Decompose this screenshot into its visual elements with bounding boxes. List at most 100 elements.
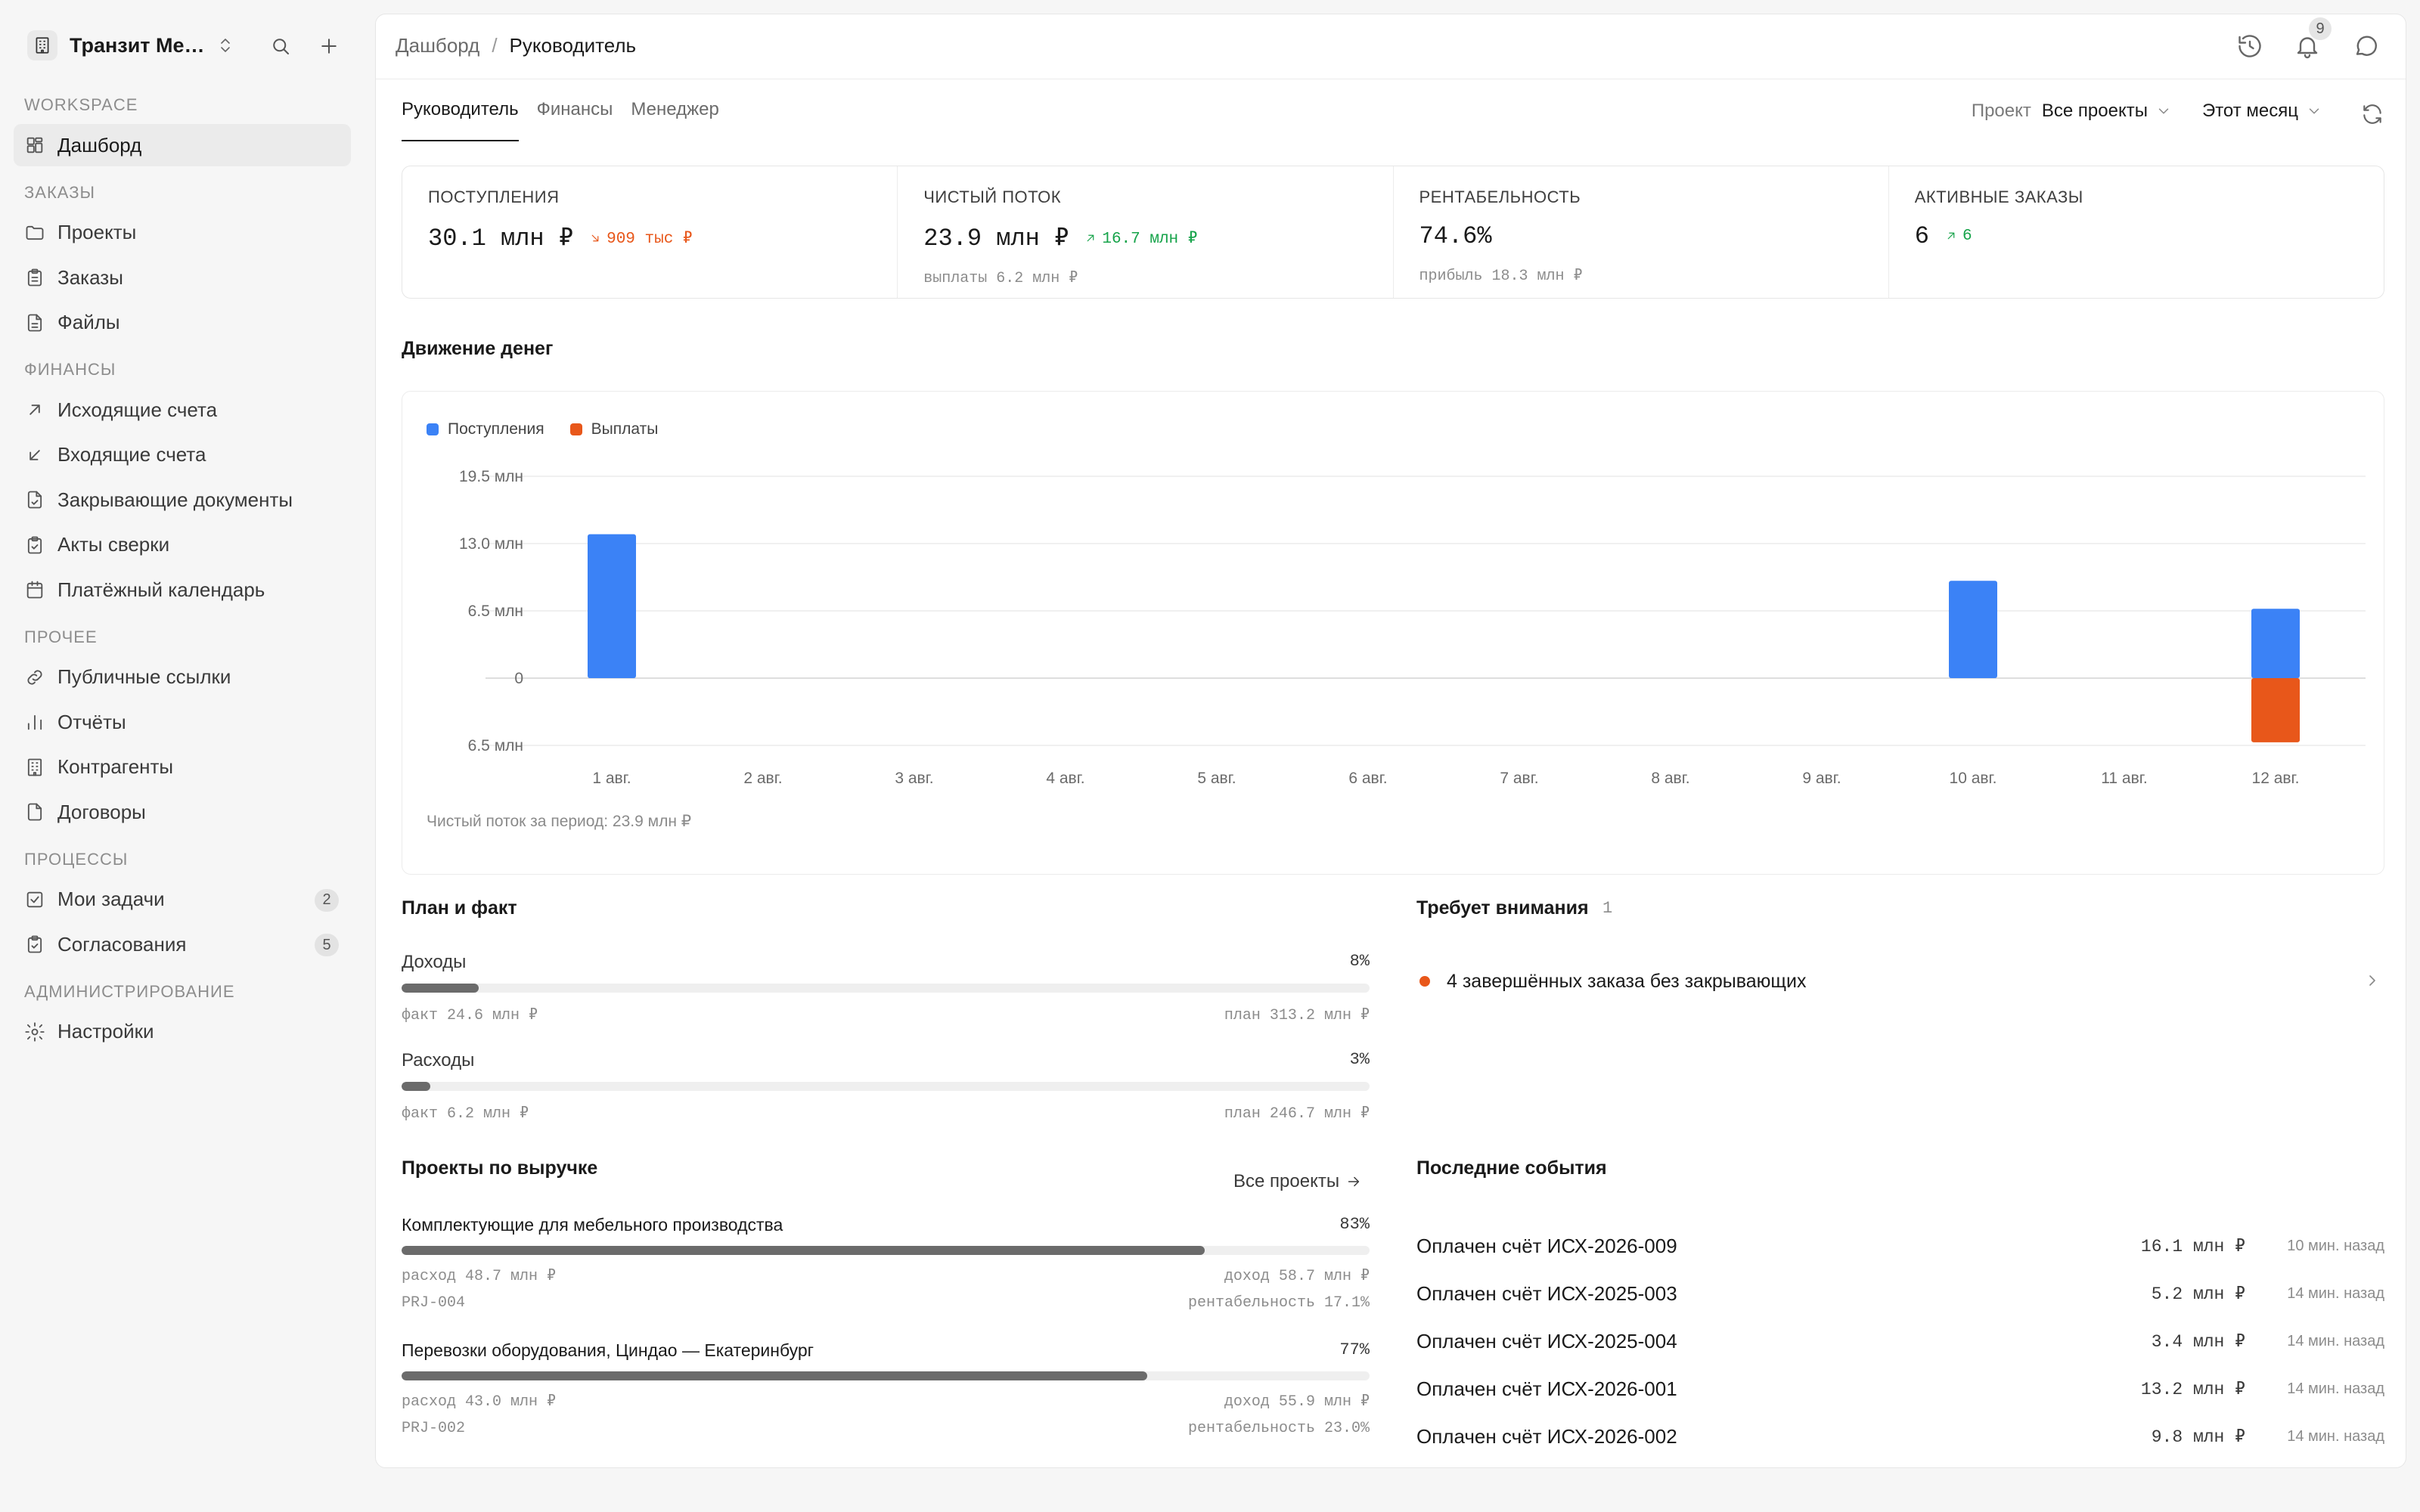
refresh-icon[interactable] xyxy=(2360,102,2384,126)
chevron-down-icon xyxy=(2306,103,2322,119)
event-amount: 13.2 млн ₽ xyxy=(2140,1380,2245,1399)
sidebar-item[interactable]: Контрагенты xyxy=(14,746,351,789)
kpi-delta: 16.7 млн ₽ xyxy=(1084,228,1197,248)
legend-label: Выплаты xyxy=(591,420,659,438)
sidebar-item[interactable]: Файлы xyxy=(14,302,351,344)
events-title: Последние события xyxy=(1416,1157,1607,1179)
file-icon xyxy=(24,312,45,333)
event-row[interactable]: Оплачен счёт ИСХ-2026-009 16.1 млн ₽ 10 ми… xyxy=(1416,1222,2384,1270)
plus-icon[interactable] xyxy=(318,35,340,57)
plan-fact-percent: 8% xyxy=(1349,952,1370,971)
sidebar-section-title: ПРОЧЕЕ xyxy=(24,627,98,646)
sidebar-item[interactable]: Мои задачи 2 xyxy=(14,878,351,921)
legend-item-inflow[interactable]: Поступления xyxy=(427,420,544,438)
plan-fact-label: Доходы xyxy=(402,952,467,972)
sidebar-section-title: ФИНАНСЫ xyxy=(24,360,116,379)
breadcrumb-dashboard[interactable]: Дашборд xyxy=(396,34,479,57)
bar-inflow xyxy=(2251,609,2300,678)
project-filter-select[interactable]: Все проекты xyxy=(2042,101,2148,122)
project-expense: расход 43.0 млн ₽ xyxy=(402,1393,557,1411)
search-icon[interactable] xyxy=(269,35,292,57)
x-tick-label: 7 авг. xyxy=(1500,770,1538,787)
tab-manager[interactable]: Менеджер xyxy=(631,99,718,141)
progress-fill xyxy=(402,1082,431,1091)
sidebar-item[interactable]: Согласования 5 xyxy=(14,923,351,965)
event-time: 14 мин. назад xyxy=(2287,1380,2384,1397)
sidebar: Транзит Мер… WORKSPACE Дашборд ЗАКАЗЫ Проек… xyxy=(0,0,363,1512)
event-text: Оплачен счёт ИСХ-2025-004 xyxy=(1416,1330,1677,1352)
event-row[interactable]: Оплачен счёт ИСХ-2025-004 3.4 млн ₽ 14 мин… xyxy=(1416,1318,2384,1365)
kpi-label: ЧИСТЫЙ ПОТОК xyxy=(923,187,1062,206)
sidebar-item-label: Закрывающие документы xyxy=(57,488,293,511)
plan-fact-label: Расходы xyxy=(402,1050,475,1070)
sidebar-item[interactable]: Заказы xyxy=(14,256,351,299)
count-badge: 2 xyxy=(315,888,339,912)
tab-finance[interactable]: Финансы xyxy=(537,99,613,141)
event-row[interactable]: Оплачен счёт ИСХ-2026-001 13.2 млн ₽ 14 ми… xyxy=(1416,1365,2384,1413)
event-row[interactable]: Оплачен счёт ИСХ-2025-003 5.2 млн ₽ 14 мин… xyxy=(1416,1270,2384,1318)
kpi-delta: 909 тыс ₽ xyxy=(588,228,693,248)
kpi-label: ПОСТУПЛЕНИЯ xyxy=(428,187,560,206)
chat-icon[interactable] xyxy=(2353,33,2380,60)
sidebar-item[interactable]: Входящие счета xyxy=(14,434,351,476)
event-row[interactable]: Оплачен счёт ИСХ-2026-00418.2 млн ₽14 ми… xyxy=(1416,1461,2384,1467)
sidebar-section-title: ПРОЦЕССЫ xyxy=(24,849,129,869)
kpi-delta: 6 xyxy=(1944,228,1972,245)
x-tick-label: 9 авг. xyxy=(1802,770,1841,787)
progress-fill xyxy=(402,984,479,993)
project-code: PRJ-002 xyxy=(402,1420,466,1437)
kpi-card-profitability: РЕНТАБЕЛЬНОСТЬ 74.6% прибыль 18.3 млн ₽ xyxy=(1394,166,1889,298)
breadcrumb-current: Руководитель xyxy=(509,34,637,57)
project-percent: 77% xyxy=(1339,1340,1370,1359)
sidebar-item-label: Акты сверки xyxy=(57,533,170,556)
sidebar-item-label: Файлы xyxy=(57,311,120,333)
sidebar-section-title: ЗАКАЗЫ xyxy=(24,182,95,202)
project-income: доход 58.7 млн ₽ xyxy=(1224,1268,1370,1285)
calendar-icon xyxy=(24,579,45,600)
kpi-card-inflow: ПОСТУПЛЕНИЯ 30.1 млн ₽ 909 тыс ₽ xyxy=(402,166,898,298)
breadcrumb: Дашборд / Руководитель xyxy=(396,34,636,57)
sidebar-item[interactable]: Акты сверки xyxy=(14,524,351,566)
sidebar-item[interactable]: Настройки xyxy=(14,1011,351,1053)
sidebar-item[interactable]: Отчёты xyxy=(14,701,351,743)
event-amount: 16.1 млн ₽ xyxy=(2140,1237,2245,1256)
sidebar-item-label: Мои задачи xyxy=(57,888,165,910)
sidebar-item[interactable]: Платёжный календарь xyxy=(14,569,351,611)
folder-icon xyxy=(24,222,45,243)
sidebar-item[interactable]: Публичные ссылки xyxy=(14,656,351,699)
document-icon xyxy=(24,801,45,823)
x-tick-label: 1 авг. xyxy=(592,770,631,787)
sidebar-item[interactable]: Закрывающие документы xyxy=(14,479,351,521)
workspace-switcher[interactable]: Транзит Мер… xyxy=(27,29,345,62)
y-tick-label: 0 xyxy=(514,670,523,687)
kpi-sub: прибыль 18.3 млн ₽ xyxy=(1419,268,1583,285)
legend-label: Поступления xyxy=(448,420,544,438)
legend-item-outflow[interactable]: Выплаты xyxy=(569,420,659,438)
arrow-up-right-icon xyxy=(1084,231,1097,245)
arrow-down-right-icon xyxy=(588,231,602,245)
event-row[interactable]: Оплачен счёт ИСХ-2026-002 9.8 млн ₽ 14 мин… xyxy=(1416,1413,2384,1461)
x-tick-label: 8 авг. xyxy=(1651,770,1689,787)
clipboard-check-icon xyxy=(24,934,45,955)
sidebar-section-title: WORKSPACE xyxy=(24,95,138,114)
all-projects-link[interactable]: Все проекты xyxy=(1233,1171,1362,1192)
sidebar-item[interactable]: Исходящие счета xyxy=(14,389,351,431)
clipboard-check-icon xyxy=(24,534,45,556)
history-icon[interactable] xyxy=(2236,33,2263,60)
event-amount: 5.2 млн ₽ xyxy=(2151,1284,2245,1304)
tab-executive[interactable]: Руководитель xyxy=(402,99,519,141)
attention-count: 1 xyxy=(1602,899,1613,918)
sidebar-item[interactable]: Проекты xyxy=(14,212,351,254)
link-icon xyxy=(24,667,45,688)
event-time: 14 мин. назад xyxy=(2287,1428,2384,1445)
legend-swatch xyxy=(569,423,582,435)
project-row[interactable]: Перевозки оборудования, Циндао — Екатери… xyxy=(402,1340,1370,1437)
sidebar-item-label: Исходящие счета xyxy=(57,398,218,421)
period-filter-select[interactable]: Этот месяц xyxy=(2202,101,2298,122)
project-row[interactable]: Комплектующие для мебельного производств… xyxy=(402,1215,1370,1312)
attention-item[interactable]: 4 завершённых заказа без закрывающих xyxy=(1416,962,2384,1000)
cashflow-chart: 19.5 млн 13.0 млн 6.5 млн 0 6.5 млн 1 авг. 2 а… xyxy=(459,468,2366,787)
sidebar-item[interactable]: Договоры xyxy=(14,791,351,833)
sidebar-item[interactable]: Дашборд xyxy=(14,124,351,166)
x-tick-label: 10 авг. xyxy=(1950,770,1997,787)
